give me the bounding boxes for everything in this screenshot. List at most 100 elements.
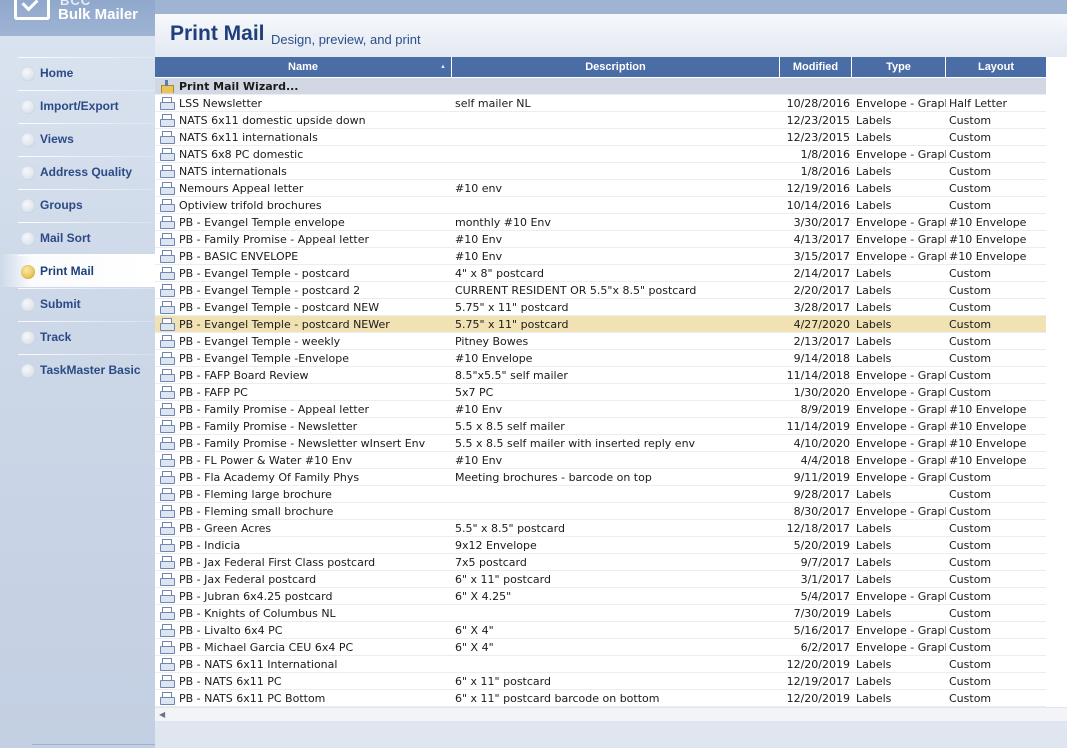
sidebar-item-track[interactable]: Track: [0, 320, 155, 353]
row-name: PB - Indicia: [179, 538, 241, 552]
printer-icon: [160, 300, 175, 314]
table-row[interactable]: PB - Evangel Temple - postcard NEWer 5.75…: [155, 316, 1046, 333]
table-row[interactable]: PB - FL Power & Water #10 Env #10 Env 4/4/…: [155, 452, 1046, 469]
wizard-icon: [160, 79, 174, 93]
row-description: monthly #10 Env: [455, 215, 551, 229]
table-row[interactable]: PB - Fla Academy Of Family Phys Meeting b…: [155, 469, 1046, 486]
sidebar-item-import-export[interactable]: Import/Export: [0, 89, 155, 122]
table-row[interactable]: PB - Evangel Temple - postcard 4" x 8" po…: [155, 265, 1046, 282]
table-row[interactable]: NATS internationals 1/8/2016 Labels Custom: [155, 163, 1046, 180]
printer-icon: [160, 674, 175, 688]
nav-bullet-icon: [21, 199, 35, 213]
page-title: Print Mail: [170, 22, 265, 45]
row-layout: Custom: [949, 181, 992, 195]
column-header-layout[interactable]: Layout: [946, 57, 1046, 77]
column-header-name[interactable]: Name: [155, 57, 452, 77]
table-row[interactable]: NATS 6x11 domestic upside down 12/23/2015…: [155, 112, 1046, 129]
table-row[interactable]: PB - Family Promise - Appeal letter #10 E…: [155, 401, 1046, 418]
table-row[interactable]: Nemours Appeal letter #10 env 12/19/2016 La…: [155, 180, 1046, 197]
sidebar-item-label: Views: [40, 132, 74, 146]
printer-icon: [160, 181, 175, 195]
row-layout: #10 Envelope: [949, 232, 1027, 246]
table-row[interactable]: PB - NATS 6x11 PC Bottom 6" x 11" postcar…: [155, 690, 1046, 707]
scroll-left-arrow-icon[interactable]: ◀: [159, 710, 165, 719]
row-layout: Custom: [949, 164, 992, 178]
cell-name: PB - NATS 6x11 PC: [155, 674, 452, 688]
table-row[interactable]: PB - Livalto 6x4 PC 6" X 4" 5/16/2017 Envel…: [155, 622, 1046, 639]
table-row[interactable]: PB - Evangel Temple - postcard NEW 5.75" …: [155, 299, 1046, 316]
table-row[interactable]: PB - FAFP PC 5x7 PC 1/30/2020 Envelope - Gr…: [155, 384, 1046, 401]
sidebar-item-views[interactable]: Views: [0, 122, 155, 155]
row-modified: 4/27/2020: [793, 317, 850, 331]
row-type: Labels: [856, 300, 892, 314]
row-modified: 10/28/2016: [786, 96, 850, 110]
table-row[interactable]: Optiview trifold brochures 10/14/2016 Labe…: [155, 197, 1046, 214]
sidebar-item-label: Track: [40, 330, 72, 344]
row-layout: Custom: [949, 555, 992, 569]
row-description: #10 Env: [455, 232, 503, 246]
row-description: 5.5" x 8.5" postcard: [455, 521, 565, 535]
table-row[interactable]: PB - Family Promise - Appeal letter #10 E…: [155, 231, 1046, 248]
nav-bullet-icon: [21, 100, 35, 114]
printer-icon: [160, 232, 175, 246]
printer-icon: [160, 572, 175, 586]
table-row[interactable]: NATS 6x11 internationals 12/23/2015 Labels…: [155, 129, 1046, 146]
table-row[interactable]: PB - Fleming small brochure 8/30/2017 Enve…: [155, 503, 1046, 520]
table-row[interactable]: PB - NATS 6x11 International 12/20/2019 La…: [155, 656, 1046, 673]
table-row[interactable]: PB - Evangel Temple -Envelope #10 Envelop…: [155, 350, 1046, 367]
horizontal-scrollbar[interactable]: ◀: [155, 707, 1067, 721]
column-header-modified[interactable]: Modified: [780, 57, 852, 77]
table-row[interactable]: PB - Evangel Temple - postcard 2 CURRENT …: [155, 282, 1046, 299]
cell-name: PB - Evangel Temple - postcard: [155, 266, 452, 280]
printer-icon: [160, 657, 175, 671]
row-type: Labels: [856, 555, 892, 569]
table-row[interactable]: PB - Family Promise - Newsletter 5.5 x 8.…: [155, 418, 1046, 435]
table-row[interactable]: PB - Indicia 9x12 Envelope 5/20/2019 Labels…: [155, 537, 1046, 554]
row-layout: Custom: [949, 368, 992, 382]
table-row[interactable]: PB - NATS 6x11 PC 6" x 11" postcard 12/19/…: [155, 673, 1046, 690]
cell-name: PB - Indicia: [155, 538, 452, 552]
table-row[interactable]: PB - Green Acres 5.5" x 8.5" postcard 12/1…: [155, 520, 1046, 537]
table-row[interactable]: PB - Evangel Temple - weekly Pitney Bowes…: [155, 333, 1046, 350]
cell-name: PB - Evangel Temple envelope: [155, 215, 452, 229]
table-row[interactable]: PB - Jubran 6x4.25 postcard 6" X 4.25" 5/4…: [155, 588, 1046, 605]
table-row[interactable]: PB - Family Promise - Newsletter wInsert…: [155, 435, 1046, 452]
sidebar-item-label: Address Quality: [40, 165, 133, 179]
table-row[interactable]: PB - Knights of Columbus NL 7/30/2019 Labe…: [155, 605, 1046, 622]
row-type: Labels: [856, 521, 892, 535]
sidebar-item-mail-sort[interactable]: Mail Sort: [0, 221, 155, 254]
table-row[interactable]: PB - Jax Federal First Class postcard 7x5…: [155, 554, 1046, 571]
page-header: Print Mail Design, preview, and print: [155, 0, 1067, 57]
row-name: PB - Evangel Temple - weekly: [179, 334, 341, 348]
printer-icon: [160, 130, 175, 144]
row-name: PB - Family Promise - Newsletter: [179, 419, 358, 433]
row-description: 5x7 PC: [455, 385, 494, 399]
column-header-description[interactable]: Description: [452, 57, 780, 77]
sidebar-item-print-mail[interactable]: Print Mail: [0, 254, 155, 287]
row-name: PB - Evangel Temple -Envelope: [179, 351, 349, 365]
sidebar-item-taskmaster-basic[interactable]: TaskMaster Basic: [0, 353, 155, 386]
table-row[interactable]: PB - Evangel Temple envelope monthly #10 …: [155, 214, 1046, 231]
row-layout: #10 Envelope: [949, 419, 1027, 433]
row-type: Envelope - Graph: [856, 232, 946, 246]
sidebar-item-submit[interactable]: Submit: [0, 287, 155, 320]
row-modified: 5/20/2019: [793, 538, 850, 552]
column-header-type[interactable]: Type: [852, 57, 946, 77]
printer-icon: [160, 334, 175, 348]
table-row[interactable]: PB - Jax Federal postcard 6" x 11" postca…: [155, 571, 1046, 588]
sidebar-item-home[interactable]: Home: [0, 56, 155, 89]
table-row[interactable]: PB - BASIC ENVELOPE #10 Env 3/15/2017 Envel…: [155, 248, 1046, 265]
row-type: Envelope - Graph: [856, 249, 946, 263]
wizard-row[interactable]: Print Mail Wizard...: [155, 78, 1046, 95]
row-description: 6" X 4": [455, 623, 494, 637]
table-row[interactable]: LSS Newsletter self mailer NL 10/28/2016 En…: [155, 95, 1046, 112]
table-row[interactable]: PB - FAFP Board Review 8.5"x5.5" self mai…: [155, 367, 1046, 384]
row-modified: 8/9/2019: [800, 402, 850, 416]
table-row[interactable]: PB - Michael Garcia CEU 6x4 PC 6" X 4" 6/2…: [155, 639, 1046, 656]
sidebar-item-address-quality[interactable]: Address Quality: [0, 155, 155, 188]
table-row[interactable]: PB - Fleming large brochure 9/28/2017 Labe…: [155, 486, 1046, 503]
row-modified: 12/20/2019: [786, 657, 850, 671]
row-layout: Custom: [949, 317, 992, 331]
sidebar-item-groups[interactable]: Groups: [0, 188, 155, 221]
table-row[interactable]: NATS 6x8 PC domestic 1/8/2016 Envelope - G…: [155, 146, 1046, 163]
